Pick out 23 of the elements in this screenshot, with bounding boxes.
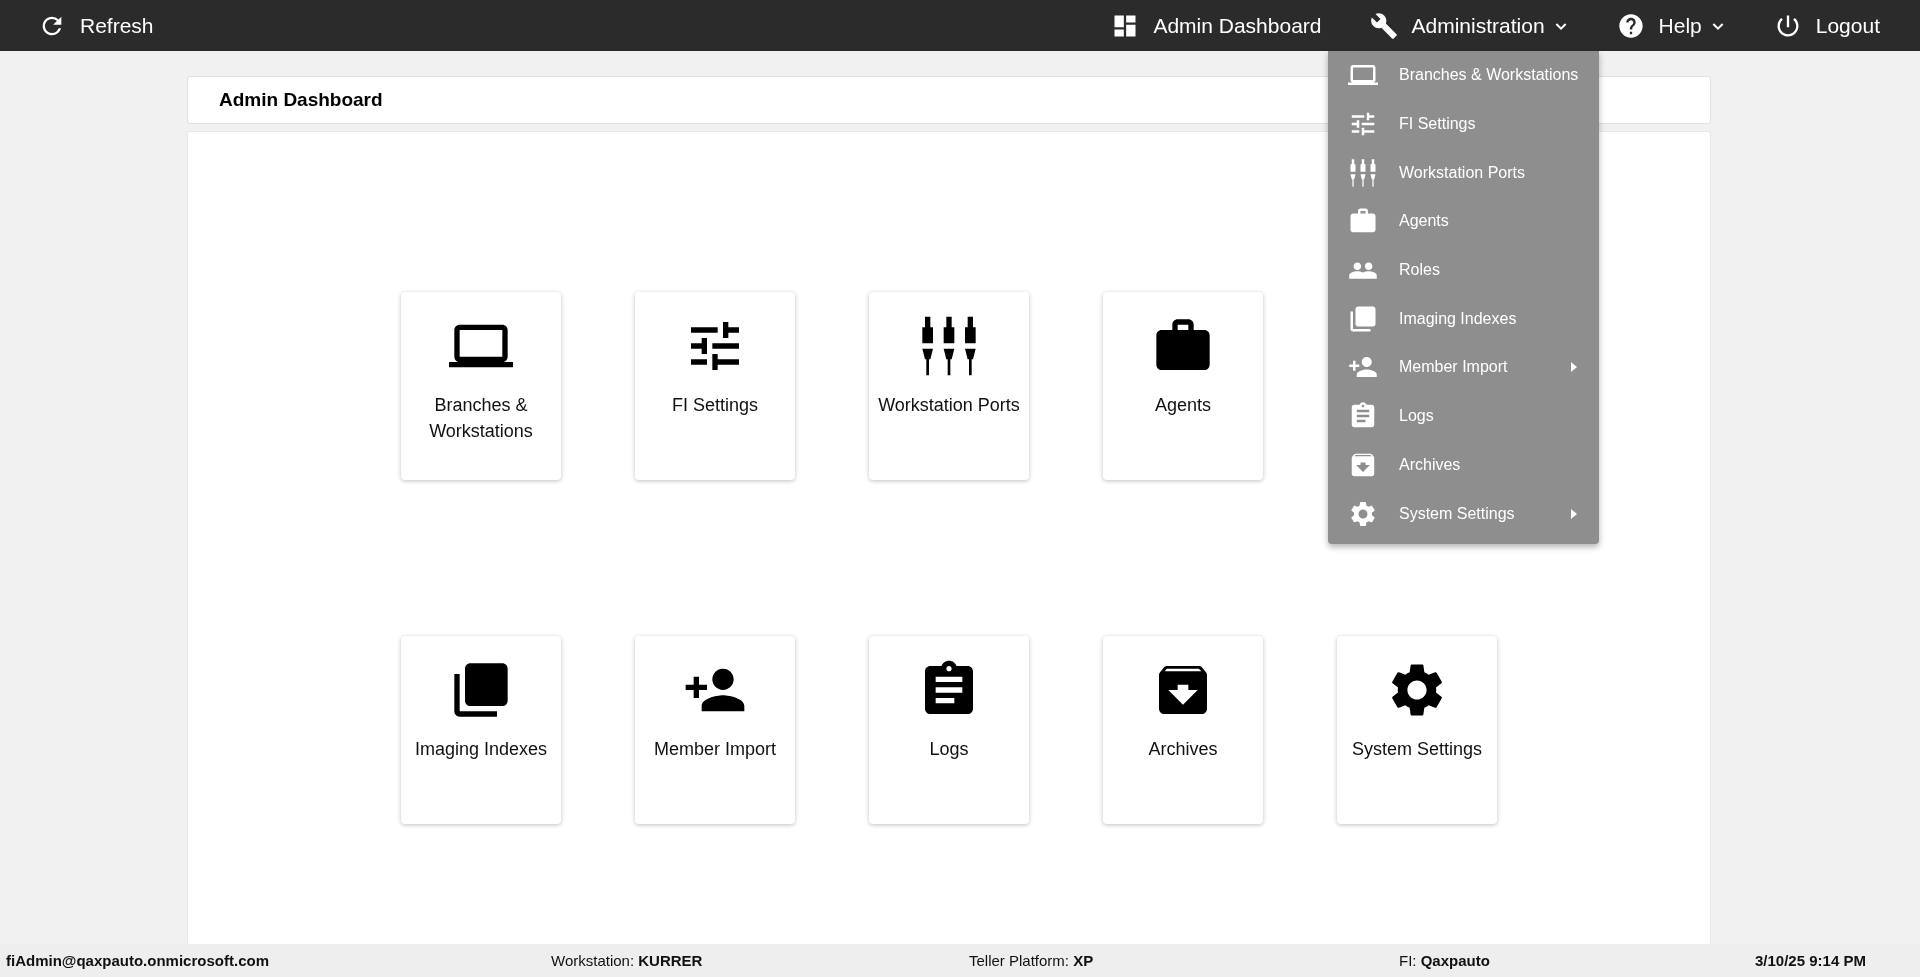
nav-menu-button[interactable]: Admin Dashboard — [1111, 5, 1322, 46]
refresh-button[interactable]: Refresh — [38, 5, 154, 46]
dashboard-tile[interactable]: FI Settings — [635, 292, 795, 480]
user-email: fiAdmin@qaxpauto.onmicrosoft.com — [6, 952, 270, 969]
help-icon — [1616, 11, 1645, 40]
date-time: 3/10/25 9:14 PM — [1755, 952, 1866, 969]
platform-info: Teller Platform: XP — [969, 952, 1095, 969]
dashboard-tile[interactable]: Archives — [1103, 636, 1263, 824]
dashboard-tile[interactable]: Branches & Workstations — [401, 292, 561, 480]
page-title: Admin Dashboard — [219, 89, 383, 111]
dashboard-tile[interactable]: System Settings — [1337, 636, 1497, 824]
dashboard-tile[interactable]: Workstation Ports — [869, 292, 1029, 480]
wrench-icon — [1369, 11, 1398, 40]
fi-info: FI: Qaxpauto — [1399, 952, 1491, 969]
dashboard-tile[interactable]: Logs — [869, 636, 1029, 824]
nav-menu-button[interactable]: Help — [1616, 5, 1726, 46]
dashboard-tile[interactable]: Agents — [1103, 292, 1263, 480]
nav-menu-button[interactable]: Logout — [1773, 5, 1880, 46]
dashboard-tile[interactable]: Member Import — [635, 636, 795, 824]
dashboard-tile[interactable]: Imaging Indexes — [401, 636, 561, 824]
workstation-info: Workstation: KURRER — [551, 952, 704, 969]
nav-menu-button[interactable]: Administration — [1369, 5, 1569, 46]
plugs-icon — [1348, 157, 1378, 188]
